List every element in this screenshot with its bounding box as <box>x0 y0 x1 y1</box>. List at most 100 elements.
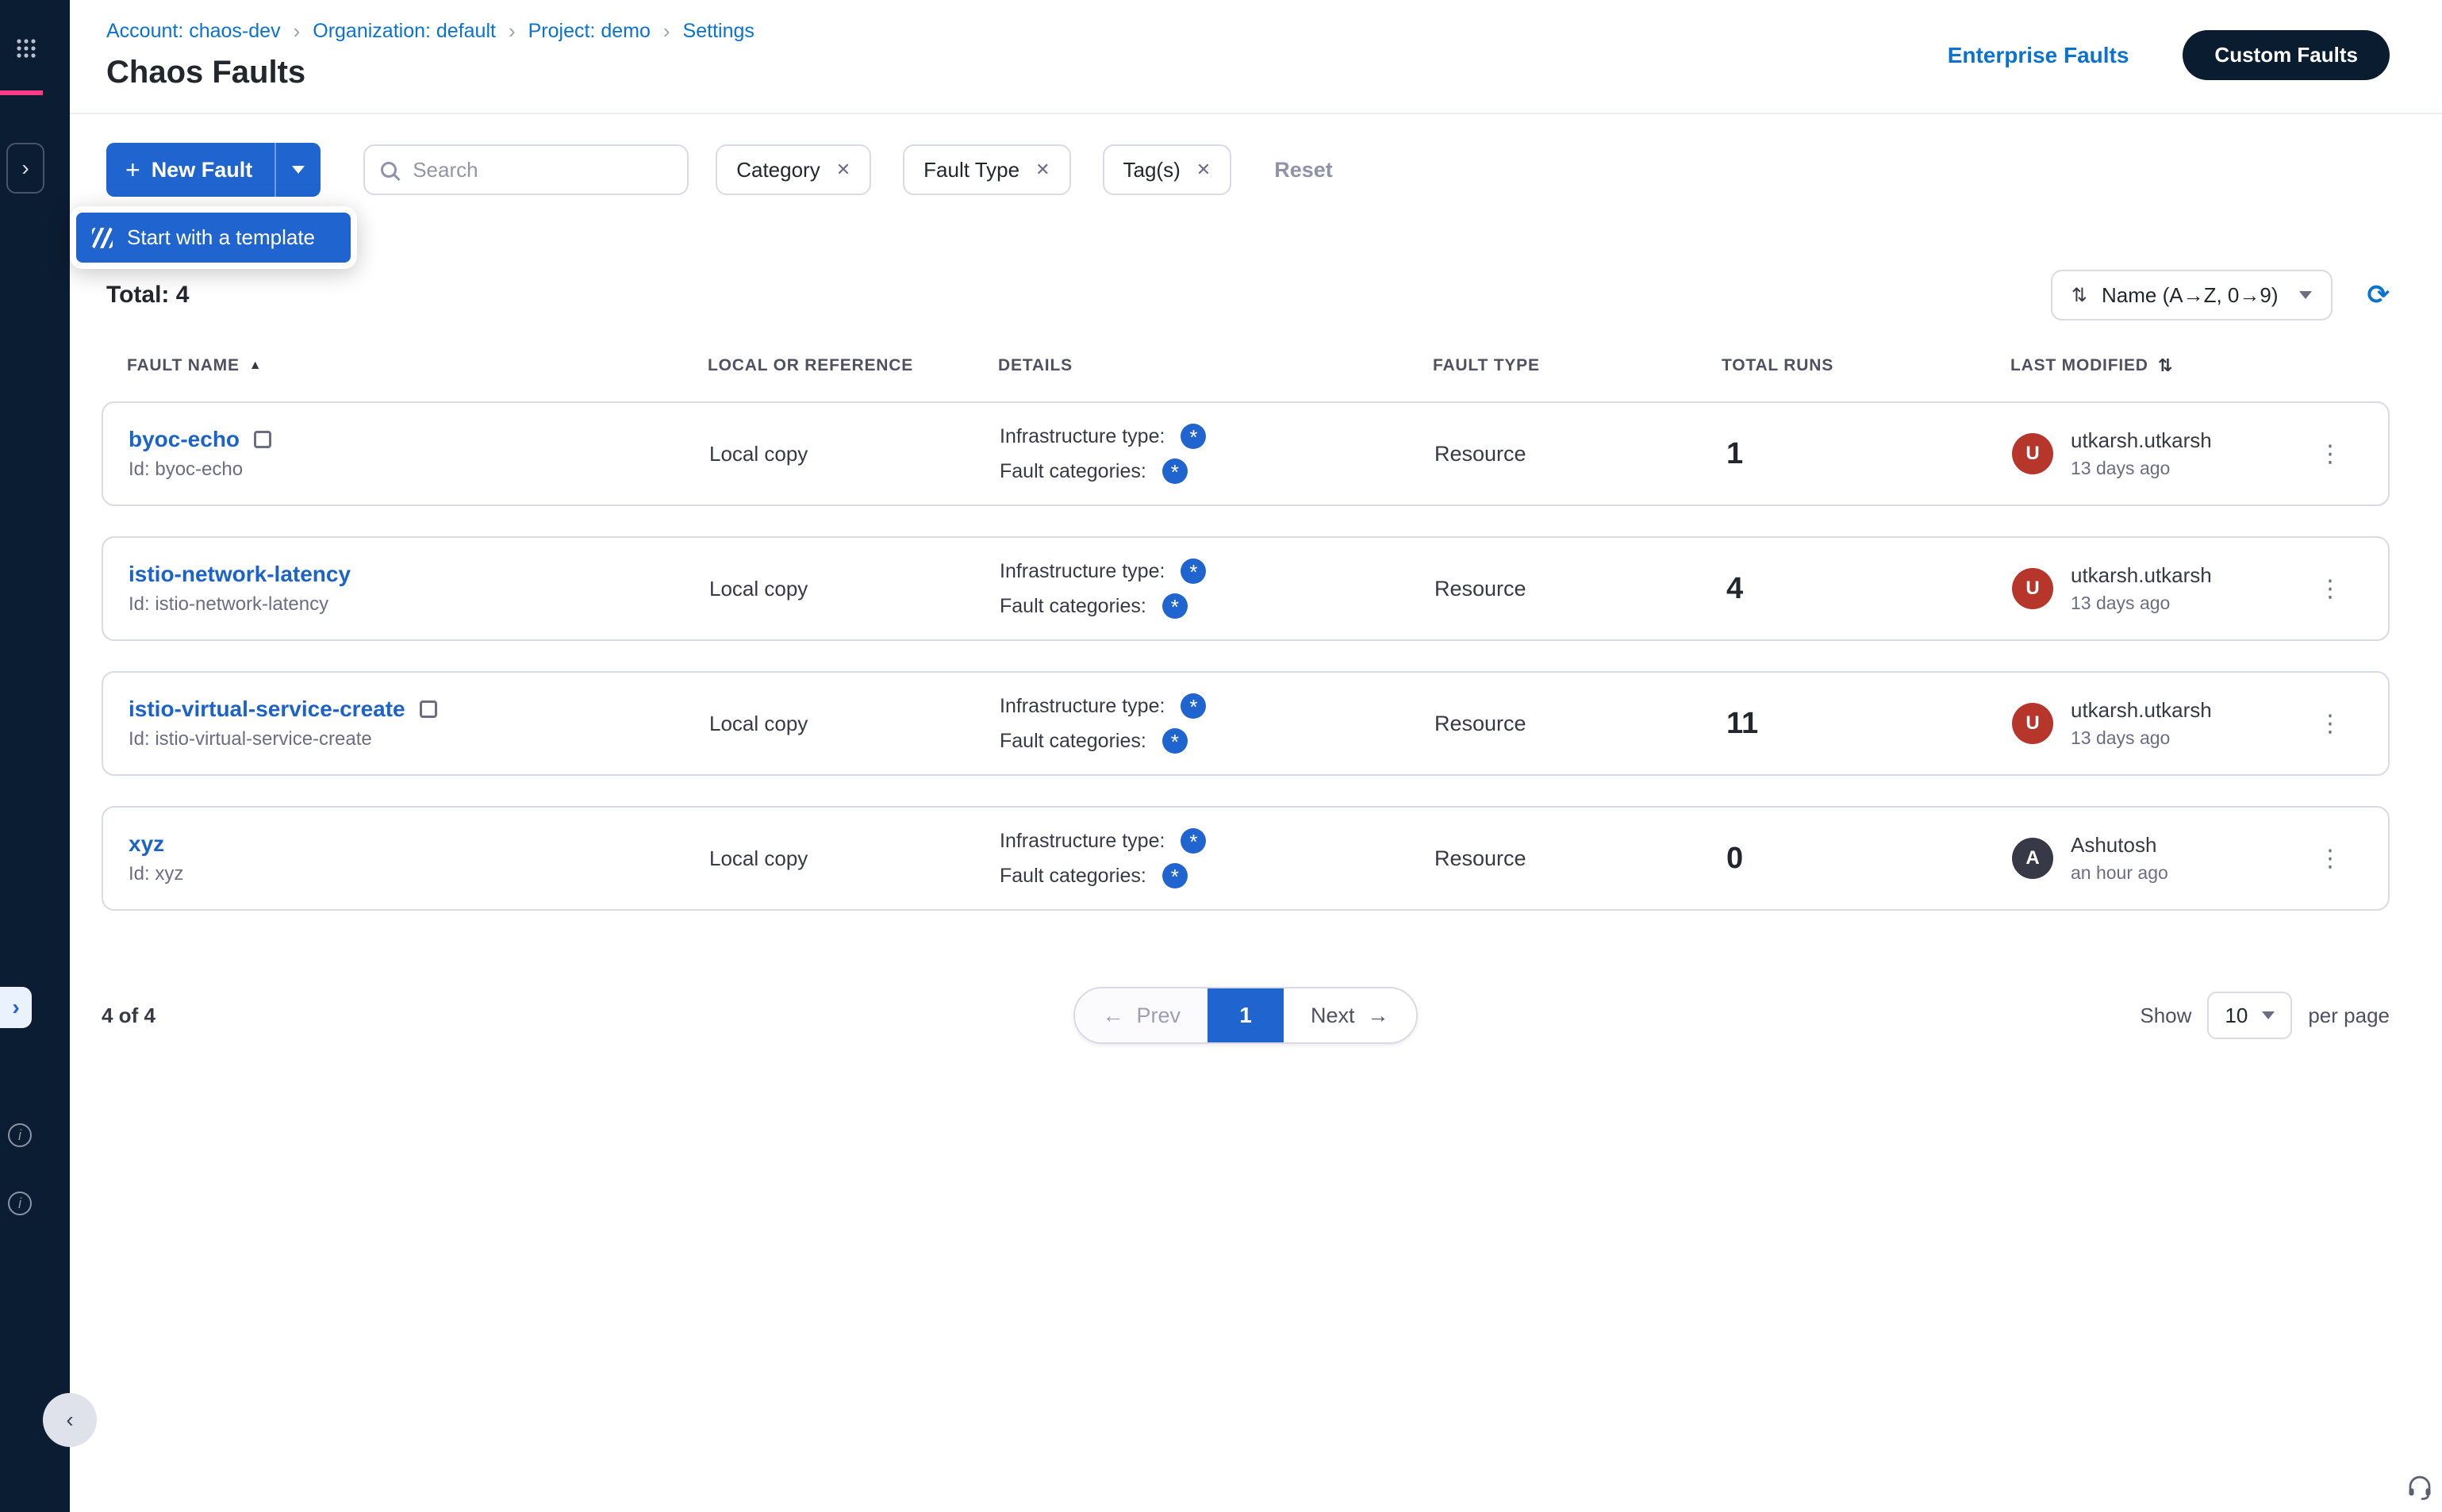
info-icon[interactable]: i <box>8 1123 32 1147</box>
fault-category-icon[interactable]: * <box>1162 593 1188 619</box>
chevron-right-icon: › <box>509 19 516 44</box>
table-row: istio-network-latency Id: istio-network-… <box>102 536 2390 641</box>
fault-category-icon[interactable]: * <box>1162 459 1188 484</box>
fault-name-link[interactable]: xyz <box>129 831 164 857</box>
sort-select[interactable]: ⇅ Name (A→Z, 0→9) <box>2051 270 2333 320</box>
col-fault-type: FAULT TYPE <box>1433 356 1722 375</box>
template-icon <box>92 228 113 248</box>
sidebar: › › i i <box>0 0 70 1512</box>
row-menu-icon[interactable]: ⋮ <box>2318 440 2342 468</box>
breadcrumb-settings[interactable]: Settings <box>683 20 754 43</box>
chevron-right-icon: › <box>663 19 670 44</box>
refresh-icon[interactable]: ⟳ <box>2367 282 2390 309</box>
row-checkbox-icon[interactable] <box>420 700 437 718</box>
breadcrumb-project[interactable]: Project: demo <box>528 20 651 43</box>
summary-row: Total: 4 ⇅ Name (A→Z, 0→9) ⟳ <box>70 270 2442 320</box>
result-count: 4 of 4 <box>102 1004 1073 1028</box>
row-checkbox-icon[interactable] <box>254 431 271 448</box>
fault-category-icon[interactable]: * <box>1162 863 1188 888</box>
sidebar-collapse-handle[interactable]: ‹ <box>43 1393 97 1447</box>
total-runs: 11 <box>1723 707 2012 741</box>
filter-category[interactable]: Category ✕ <box>716 144 871 195</box>
reset-filters-link[interactable]: Reset <box>1274 158 1333 182</box>
filter-fault-type[interactable]: Fault Type ✕ <box>903 144 1070 195</box>
avatar: U <box>2012 568 2053 609</box>
col-local-or-reference: LOCAL OR REFERENCE <box>708 356 998 375</box>
total-runs: 1 <box>1723 437 2012 471</box>
new-fault-wrap: + New Fault Start with a template <box>106 143 321 197</box>
sidebar-project-selector[interactable]: › <box>6 143 44 194</box>
filter-tags[interactable]: Tag(s) ✕ <box>1103 144 1232 195</box>
modified-time: 13 days ago <box>2071 593 2212 614</box>
info-icon[interactable]: i <box>8 1192 32 1215</box>
fault-id: Id: istio-virtual-service-create <box>129 728 709 750</box>
filter-chips: Category ✕ Fault Type ✕ Tag(s) ✕ <box>716 144 1231 195</box>
fault-name-link[interactable]: istio-network-latency <box>129 562 351 587</box>
chevron-left-icon: ‹ <box>66 1407 73 1433</box>
close-icon[interactable]: ✕ <box>836 159 850 180</box>
fault-id: Id: istio-network-latency <box>129 593 709 616</box>
sort-arrows-icon: ⇅ <box>2158 355 2173 376</box>
plus-icon: + <box>125 155 140 185</box>
breadcrumb-account[interactable]: Account: chaos-dev <box>106 20 281 43</box>
faults-table: FAULT NAME ▲ LOCAL OR REFERENCE DETAILS … <box>70 355 2442 911</box>
local-or-reference: Local copy <box>709 442 1000 466</box>
support-headset-icon[interactable] <box>2406 1472 2434 1507</box>
toolbar: + New Fault Start with a template Catego… <box>70 114 2442 197</box>
search-input[interactable] <box>409 156 671 184</box>
chevron-right-icon: › <box>12 995 19 1020</box>
fault-type: Resource <box>1434 846 1723 871</box>
row-menu-icon[interactable]: ⋮ <box>2318 710 2342 738</box>
page-size-select[interactable]: 10 <box>2207 992 2292 1039</box>
modified-by: utkarsh.utkarsh <box>2071 698 2212 723</box>
kubernetes-icon[interactable]: * <box>1181 424 1206 449</box>
enterprise-faults-link[interactable]: Enterprise Faults <box>1948 43 2129 68</box>
next-page-button[interactable]: Next → <box>1284 988 1416 1042</box>
fault-type: Resource <box>1434 442 1723 466</box>
row-menu-icon[interactable]: ⋮ <box>2318 845 2342 873</box>
fault-type: Resource <box>1434 712 1723 736</box>
table-row: xyz Id: xyz Local copy Infrastructure ty… <box>102 806 2390 911</box>
apps-grid-icon[interactable] <box>16 38 36 59</box>
new-fault-dropdown-toggle[interactable] <box>275 143 321 197</box>
modified-by: utkarsh.utkarsh <box>2071 563 2212 588</box>
sort-select-value: Name (A→Z, 0→9) <box>2102 283 2279 308</box>
table-row: istio-virtual-service-create Id: istio-v… <box>102 671 2390 776</box>
kubernetes-icon[interactable]: * <box>1181 558 1206 584</box>
page-header: Account: chaos-dev › Organization: defau… <box>70 0 2442 114</box>
fault-category-icon[interactable]: * <box>1162 728 1188 754</box>
avatar: U <box>2012 433 2053 474</box>
arrow-right-icon: → <box>1368 1004 1389 1028</box>
prev-page-button[interactable]: ← Prev <box>1075 988 1208 1042</box>
local-or-reference: Local copy <box>709 712 1000 736</box>
search-box <box>363 144 689 195</box>
col-details: DETAILS <box>998 356 1433 375</box>
last-modified-cell: U utkarsh.utkarsh 13 days ago <box>2012 563 2298 614</box>
details-cell: Infrastructure type: * Fault categories:… <box>1000 424 1434 484</box>
new-fault-button[interactable]: + New Fault <box>106 143 321 197</box>
avatar: U <box>2012 703 2053 744</box>
new-fault-dropdown: Start with a template <box>70 206 357 269</box>
row-menu-icon[interactable]: ⋮ <box>2318 575 2342 603</box>
custom-faults-button[interactable]: Custom Faults <box>2183 30 2390 80</box>
sidebar-expand-button[interactable]: › <box>0 987 32 1028</box>
sort-controls: ⇅ Name (A→Z, 0→9) ⟳ <box>2051 270 2390 320</box>
show-label: Show <box>2140 1004 2191 1028</box>
close-icon[interactable]: ✕ <box>1196 159 1211 180</box>
chevron-down-icon <box>2262 1011 2275 1019</box>
kubernetes-icon[interactable]: * <box>1181 693 1206 719</box>
col-fault-name[interactable]: FAULT NAME ▲ <box>127 356 708 375</box>
last-modified-cell: U utkarsh.utkarsh 13 days ago <box>2012 698 2298 749</box>
details-cell: Infrastructure type: * Fault categories:… <box>1000 828 1434 888</box>
close-icon[interactable]: ✕ <box>1035 159 1050 180</box>
modified-time: 13 days ago <box>2071 458 2212 479</box>
start-with-template-item[interactable]: Start with a template <box>76 213 351 263</box>
fault-name-link[interactable]: istio-virtual-service-create <box>129 697 405 722</box>
col-last-modified[interactable]: LAST MODIFIED ⇅ <box>2010 355 2296 376</box>
table-header-row: FAULT NAME ▲ LOCAL OR REFERENCE DETAILS … <box>102 355 2390 376</box>
kubernetes-icon[interactable]: * <box>1181 828 1206 854</box>
fault-name-link[interactable]: byoc-echo <box>129 427 240 452</box>
breadcrumb-organization[interactable]: Organization: default <box>313 20 496 43</box>
fault-id: Id: byoc-echo <box>129 459 709 481</box>
page-1-button[interactable]: 1 <box>1208 988 1284 1042</box>
